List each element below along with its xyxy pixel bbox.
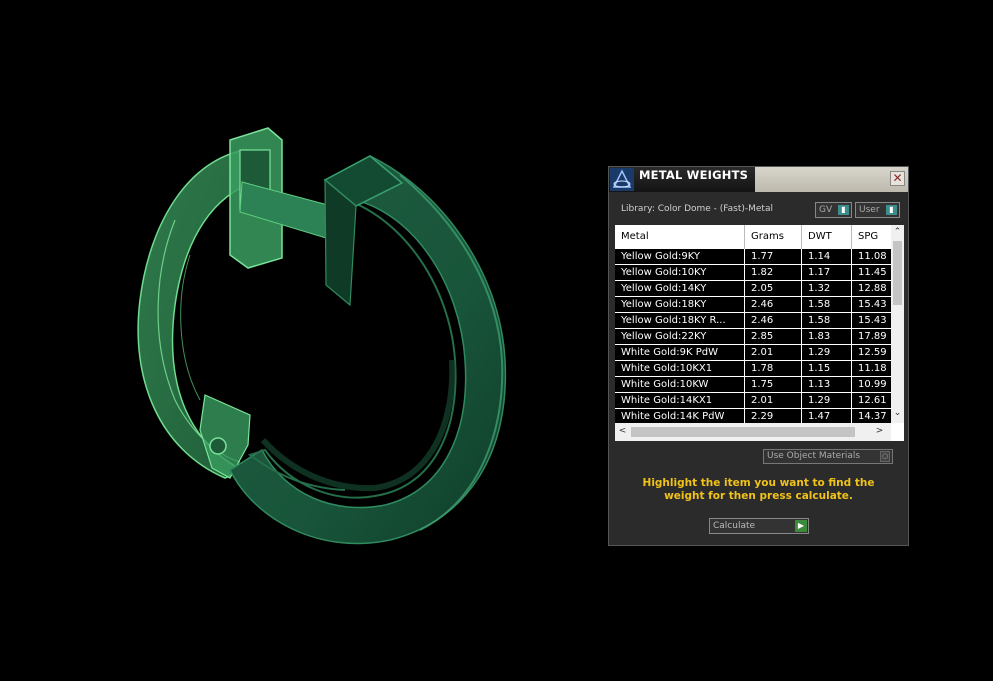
user-toggle[interactable]: User ▮ <box>855 202 900 218</box>
cell-metal: Yellow Gold:18KY <box>615 297 745 312</box>
gv-toggle[interactable]: GV ▮ <box>815 202 852 218</box>
scroll-down-icon[interactable]: ⌄ <box>891 408 904 418</box>
cell-grams: 2.01 <box>745 345 802 360</box>
cell-grams: 2.46 <box>745 313 802 328</box>
instruction-text: Highlight the item you want to find the … <box>642 477 875 502</box>
gv-toggle-label: GV <box>819 205 833 215</box>
cell-grams: 1.82 <box>745 265 802 280</box>
cell-grams: 2.29 <box>745 409 802 423</box>
cell-spg: 12.88 <box>858 283 887 294</box>
cell-dwt: 1.32 <box>802 281 852 296</box>
cell-grams: 2.05 <box>745 281 802 296</box>
cell-metal: Yellow Gold:14KY <box>615 281 745 296</box>
cell-metal: White Gold:9K PdW <box>615 345 745 360</box>
earring-model <box>137 127 507 545</box>
table-row[interactable]: White Gold:9K PdW 2.01 1.29 12.59 <box>615 345 891 361</box>
cell-spg: 17.89 <box>858 331 887 342</box>
cell-grams: 1.75 <box>745 377 802 392</box>
cell-spg: 14.37 <box>858 411 887 422</box>
table-row[interactable]: White Gold:10KX1 1.78 1.15 11.18 <box>615 361 891 377</box>
cell-spg: 15.43 <box>858 299 887 310</box>
metal-table[interactable]: Metal Grams DWT SPG Yellow Gold:9KY 1.77 1… <box>615 225 904 441</box>
scroll-up-icon[interactable]: ⌃ <box>891 227 904 237</box>
cell-grams: 1.77 <box>745 249 802 264</box>
radio-dot-icon: ○ <box>880 451 890 462</box>
table-row[interactable]: White Gold:10KW 1.75 1.13 10.99 <box>615 377 891 393</box>
calculate-label: Calculate <box>713 521 756 531</box>
table-row[interactable]: White Gold:14KX1 2.01 1.29 12.61 <box>615 393 891 409</box>
title-bar[interactable]: METAL WEIGHTS ✕ <box>609 167 908 192</box>
cell-metal: Yellow Gold:10KY <box>615 265 745 280</box>
cell-dwt: 1.15 <box>802 361 852 376</box>
cell-dwt: 1.58 <box>802 297 852 312</box>
cell-dwt: 1.14 <box>802 249 852 264</box>
table-row[interactable]: Yellow Gold:18KY R... 2.46 1.58 15.43 <box>615 313 891 329</box>
cell-dwt: 1.17 <box>802 265 852 280</box>
cell-grams: 1.78 <box>745 361 802 376</box>
cell-dwt: 1.13 <box>802 377 852 392</box>
calculate-button[interactable]: Calculate ▶ <box>709 518 809 534</box>
cell-spg: 12.59 <box>858 347 887 358</box>
column-header-dwt[interactable]: DWT <box>802 225 852 249</box>
table-row[interactable]: White Gold:14K PdW 2.29 1.47 14.37 <box>615 409 891 423</box>
cell-metal: White Gold:10KW <box>615 377 745 392</box>
vertical-scroll-thumb[interactable] <box>893 241 902 305</box>
cell-spg: 11.45 <box>858 267 887 278</box>
user-toggle-label: User <box>859 205 880 215</box>
cell-dwt: 1.29 <box>802 393 852 408</box>
table-row[interactable]: Yellow Gold:9KY 1.77 1.14 11.08 <box>615 249 891 265</box>
app-logo-icon <box>610 168 634 191</box>
column-header-grams[interactable]: Grams <box>745 225 802 249</box>
use-object-materials-toggle[interactable]: Use Object Materials ○ <box>763 449 893 464</box>
toggle-knob-icon: ▮ <box>886 205 897 215</box>
table-row[interactable]: Yellow Gold:18KY 2.46 1.58 15.43 <box>615 297 891 313</box>
cell-metal: White Gold:10KX1 <box>615 361 745 376</box>
cell-spg: 10.99 <box>858 379 887 390</box>
horizontal-scrollbar[interactable]: < > <box>615 423 891 441</box>
table-row[interactable]: Yellow Gold:10KY 1.82 1.17 11.45 <box>615 265 891 281</box>
table-row[interactable]: Yellow Gold:22KY 2.85 1.83 17.89 <box>615 329 891 345</box>
close-button[interactable]: ✕ <box>890 171 905 186</box>
horizontal-scroll-thumb[interactable] <box>631 427 855 437</box>
cell-metal: White Gold:14KX1 <box>615 393 745 408</box>
cell-metal: White Gold:14K PdW <box>615 409 745 423</box>
cell-metal: Yellow Gold:18KY R... <box>615 313 745 328</box>
cell-dwt: 1.29 <box>802 345 852 360</box>
cell-dwt: 1.83 <box>802 329 852 344</box>
table-row[interactable]: Yellow Gold:14KY 2.05 1.32 12.88 <box>615 281 891 297</box>
column-header-spg[interactable]: SPG <box>852 225 891 249</box>
cell-grams: 2.01 <box>745 393 802 408</box>
cell-grams: 2.85 <box>745 329 802 344</box>
library-label: Library: Color Dome - (Fast)-Metal <box>621 204 773 214</box>
scroll-right-icon[interactable]: > <box>873 426 886 436</box>
scroll-left-icon[interactable]: < <box>616 426 629 436</box>
cell-grams: 2.46 <box>745 297 802 312</box>
cell-spg: 15.43 <box>858 315 887 326</box>
cell-metal: Yellow Gold:9KY <box>615 249 745 264</box>
cell-spg: 11.08 <box>858 251 887 262</box>
cell-dwt: 1.58 <box>802 313 852 328</box>
toggle-knob-icon: ▮ <box>838 205 849 215</box>
use-object-materials-label: Use Object Materials <box>767 451 861 461</box>
cell-dwt: 1.47 <box>802 409 852 423</box>
cell-spg: 12.61 <box>858 395 887 406</box>
3d-viewport[interactable] <box>0 0 600 677</box>
table-header: Metal Grams DWT SPG <box>615 225 891 249</box>
play-arrow-icon: ▶ <box>795 520 807 532</box>
vertical-scrollbar[interactable]: ⌃ ⌄ <box>891 225 904 423</box>
table-body: Yellow Gold:9KY 1.77 1.14 11.08 Yellow Gold:… <box>615 249 891 423</box>
column-header-metal[interactable]: Metal <box>615 225 745 249</box>
cell-spg: 11.18 <box>858 363 887 374</box>
cell-metal: Yellow Gold:22KY <box>615 329 745 344</box>
metal-weights-panel: METAL WEIGHTS ✕ Library: Color Dome - (F… <box>608 166 909 546</box>
panel-title: METAL WEIGHTS <box>639 168 749 182</box>
